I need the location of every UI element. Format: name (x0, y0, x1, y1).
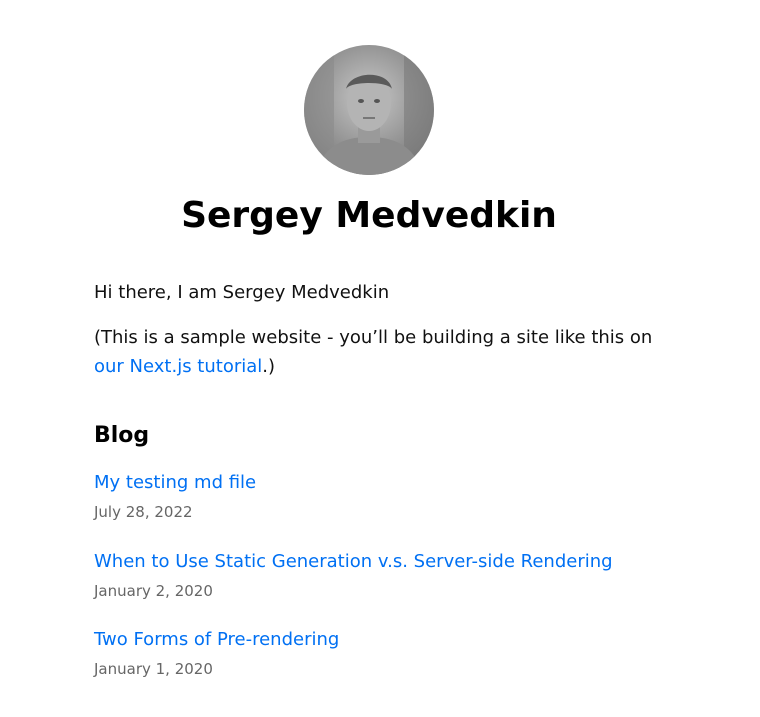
profile-photo-icon (304, 45, 434, 175)
list-item: When to Use Static Generation v.s. Serve… (94, 547, 694, 626)
blog-post-date: July 28, 2022 (94, 503, 193, 521)
tutorial-link[interactable]: our Next.js tutorial (94, 356, 262, 377)
greeting-text: Hi there, I am Sergey Medvedkin (94, 282, 390, 303)
list-item: Two Forms of Pre-rendering January 1, 20… (94, 625, 694, 704)
blog-post-date: January 1, 2020 (94, 660, 213, 678)
blog-post-date: January 2, 2020 (94, 581, 213, 600)
blog-post-link[interactable]: My testing md file (94, 468, 694, 498)
sample-note-suffix: .) (262, 356, 276, 377)
avatar (304, 45, 434, 175)
blog-heading: Blog (94, 423, 150, 448)
sample-note-prefix: (This is a sample website - you’ll be bu… (94, 327, 653, 348)
profile-name: Sergey Medvedkin (181, 195, 557, 236)
blog-post-link[interactable]: Two Forms of Pre-rendering (94, 625, 694, 655)
sample-note: (This is a sample website - you’ll be bu… (94, 323, 654, 381)
list-item: My testing md file July 28, 2022 (94, 468, 694, 547)
blog-post-link[interactable]: When to Use Static Generation v.s. Serve… (94, 547, 694, 577)
intro-section: Hi there, I am Sergey Medvedkin (This is… (94, 278, 654, 397)
blog-list: My testing md file July 28, 2022 When to… (94, 468, 694, 704)
